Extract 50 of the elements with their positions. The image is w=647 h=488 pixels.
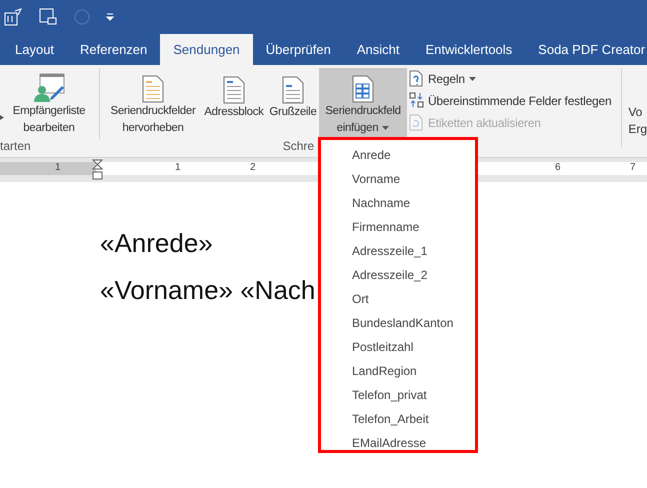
- group-label: tarten: [0, 138, 31, 155]
- ruler-number: 7: [630, 161, 636, 175]
- ribbon-button[interactable]: Vo Erg: [622, 68, 647, 137]
- ruler-number: 6: [555, 161, 561, 175]
- ruler-number: 1: [55, 161, 61, 175]
- menu-item[interactable]: Ort: [321, 287, 475, 311]
- document-text-line: «Vorname» «Nach: [100, 274, 316, 307]
- menu-item[interactable]: Postleitzahl: [321, 335, 475, 359]
- caret-icon: [0, 115, 4, 120]
- menu-item[interactable]: EMailAdresse: [321, 431, 475, 455]
- ribbon-tab[interactable]: Sendungen: [160, 34, 253, 65]
- menu-item[interactable]: Vorname: [321, 167, 475, 191]
- ribbon-button[interactable]: Seriendruckfelder hervorheben: [104, 68, 201, 137]
- ribbon-button[interactable]: Seriendruckfeld einfügen: [318, 68, 407, 137]
- ribbon-tab[interactable]: Entwicklertools: [412, 34, 526, 65]
- ruler-number: 1: [175, 161, 181, 175]
- menu-item[interactable]: Firmenname: [321, 215, 475, 239]
- menu-item[interactable]: BundeslandKanton: [321, 311, 475, 335]
- menu-item[interactable]: Adresszeile_1: [321, 239, 475, 263]
- ribbon-tab[interactable]: Ansicht: [344, 34, 412, 65]
- customize-toolbar-icon[interactable]: [106, 13, 114, 21]
- menu-item[interactable]: Adresszeile_2: [321, 263, 475, 287]
- menu-item[interactable]: Telefon_Arbeit: [321, 407, 475, 431]
- ribbon-tab[interactable]: Soda PDF Creator: [525, 34, 647, 65]
- ribbon-small-button[interactable]: Übereinstimmende Felder festlegen: [408, 90, 620, 111]
- document-icon: [222, 76, 245, 104]
- document-text-line: «Anrede»: [100, 227, 213, 260]
- match-fields-icon: [408, 92, 424, 109]
- ribbon-tab[interactable]: Layout: [2, 34, 68, 65]
- edit-recipients-icon: [32, 73, 65, 103]
- ribbon-button[interactable]: Empfängerliste bearbeiten: [4, 68, 94, 137]
- ribbon-tab[interactable]: Überprüfen: [252, 34, 344, 65]
- refresh-document-icon: [408, 114, 424, 131]
- chart-edit-icon[interactable]: [4, 8, 22, 26]
- ribbon-tab[interactable]: Referenzen: [67, 34, 160, 65]
- ruler-number: 2: [250, 161, 256, 175]
- menu-item[interactable]: LandRegion: [321, 359, 475, 383]
- document-icon: [282, 76, 304, 104]
- menu-item[interactable]: Anrede: [321, 143, 475, 167]
- menu-item[interactable]: Nachname: [321, 191, 475, 215]
- table-document-icon: [352, 75, 374, 103]
- group-label: Schre: [282, 138, 314, 155]
- ribbon-small-button[interactable]: Regeln: [408, 68, 620, 89]
- indent-marker-icon[interactable]: [92, 159, 103, 181]
- document-question-icon: [408, 70, 424, 87]
- ribbon-button[interactable]: Adressblock: [200, 68, 267, 137]
- document-icon: [142, 75, 164, 103]
- menu-item[interactable]: Telefon_privat: [321, 383, 475, 407]
- ribbon-button[interactable]: Grußzeile: [266, 68, 319, 137]
- screen-icon[interactable]: [38, 7, 58, 27]
